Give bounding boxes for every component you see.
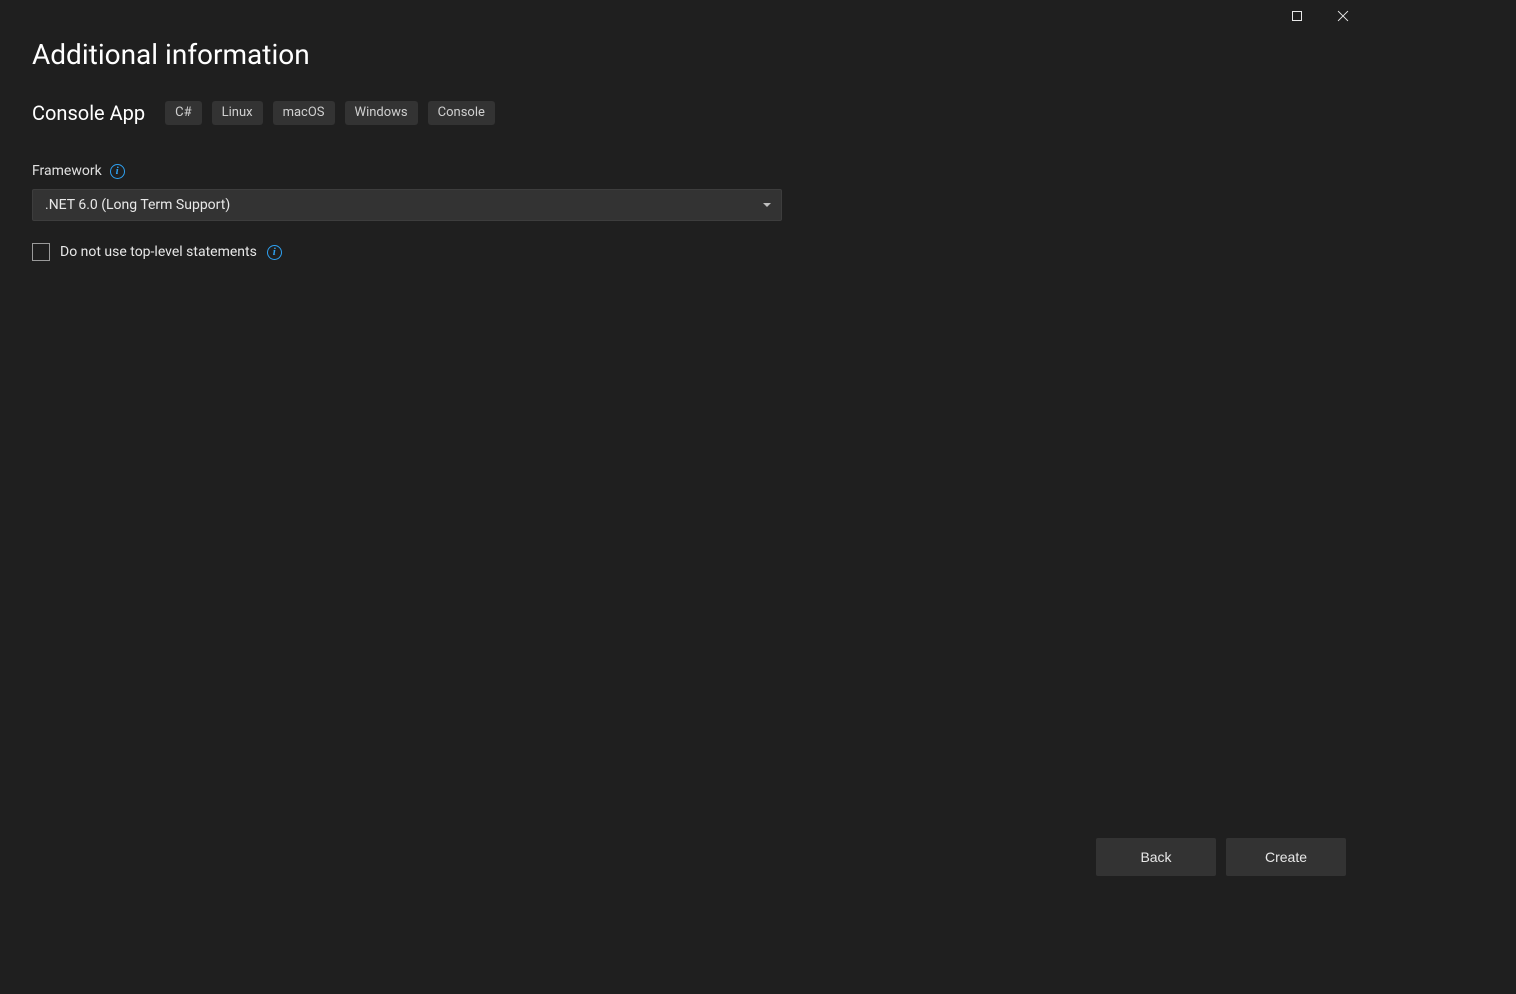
framework-label: Framework [32, 163, 102, 179]
footer-bar: Back Create [1096, 838, 1346, 876]
create-button[interactable]: Create [1226, 838, 1346, 876]
template-tag: Windows [345, 101, 418, 125]
top-level-statements-label: Do not use top-level statements [60, 244, 257, 260]
maximize-button[interactable] [1274, 0, 1320, 32]
info-icon[interactable] [110, 164, 125, 179]
content-area: Additional information Console App C# Li… [32, 38, 1334, 816]
info-icon[interactable] [267, 245, 282, 260]
framework-label-row: Framework [32, 163, 1334, 179]
top-level-statements-checkbox[interactable] [32, 243, 50, 261]
back-button[interactable]: Back [1096, 838, 1216, 876]
template-tag: macOS [273, 101, 335, 125]
close-icon [1337, 10, 1349, 22]
template-name: Console App [32, 101, 145, 125]
template-tag: Linux [212, 101, 263, 125]
template-row: Console App C# Linux macOS Windows Conso… [32, 101, 1334, 125]
dialog-window: Additional information Console App C# Li… [0, 0, 1366, 896]
maximize-icon [1292, 11, 1302, 21]
framework-dropdown[interactable]: .NET 6.0 (Long Term Support) [32, 189, 782, 221]
template-tag: C# [165, 101, 201, 125]
template-tag: Console [428, 101, 495, 125]
template-tags: C# Linux macOS Windows Console [165, 101, 495, 125]
framework-selected-value: .NET 6.0 (Long Term Support) [45, 197, 230, 213]
close-button[interactable] [1320, 0, 1366, 32]
page-title: Additional information [32, 38, 1334, 71]
chevron-down-icon [763, 203, 771, 207]
top-level-statements-row: Do not use top-level statements [32, 243, 1334, 261]
titlebar [1274, 0, 1366, 32]
